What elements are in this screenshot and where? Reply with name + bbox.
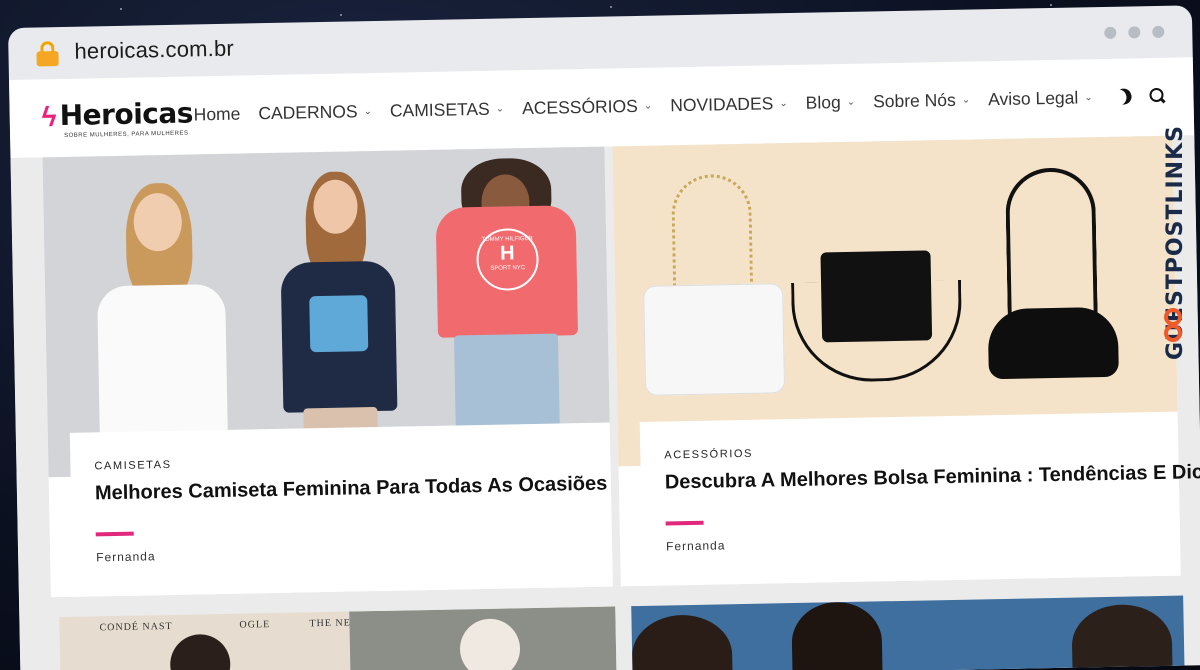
menu-item-camisetas[interactable]: CAMISETAS ⌄: [390, 98, 505, 121]
header-actions: [1115, 88, 1165, 105]
menu-label: CADERNOS: [258, 101, 358, 124]
menu-item-blog[interactable]: Blog ⌄: [805, 92, 855, 114]
post-card[interactable]: [631, 595, 1185, 670]
menu-label: Home: [193, 103, 241, 125]
model-figure: [271, 164, 407, 469]
link-icon: [1164, 308, 1188, 348]
window-dot-icon[interactable]: [1128, 26, 1141, 39]
menu-item-sobre-nos[interactable]: Sobre Nós ⌄: [873, 90, 970, 113]
bag-figure: [790, 250, 963, 383]
window-dot-icon[interactable]: [1152, 25, 1165, 39]
post-card[interactable]: CONDÉ NAST OGLE THE NEW YO: [59, 606, 617, 670]
moon-icon[interactable]: [1113, 86, 1134, 107]
lightning-icon: ϟ: [41, 101, 57, 133]
model-figure: TOMMY HILFIGER H SPORT NYC: [431, 157, 587, 466]
chevron-down-icon: ⌄: [846, 96, 856, 108]
bag-figure: [985, 167, 1129, 390]
menu-label: Sobre Nós: [872, 89, 956, 112]
main-menu: Home CADERNOS ⌄ CAMISETAS ⌄ ACESSÓRIOS ⌄…: [194, 87, 1093, 125]
url-text[interactable]: heroicas.com.br: [74, 36, 234, 65]
browser-window: heroicas.com.br ϟ Heroicas SOBRE MULHERE…: [8, 5, 1200, 670]
post-title[interactable]: Descubra A Melhores Bolsa Feminina : Ten…: [665, 461, 1200, 495]
menu-label: ACESSÓRIOS: [521, 95, 639, 119]
chevron-down-icon: ⌄: [363, 106, 373, 118]
magazine-text: OGLE: [239, 619, 271, 631]
chevron-down-icon: ⌄: [961, 94, 971, 106]
chevron-down-icon: ⌄: [779, 98, 788, 110]
post-card[interactable]: ACESSÓRIOS Descubra A Melhores Bolsa Fem…: [612, 135, 1200, 587]
menu-item-aviso-legal[interactable]: Aviso Legal ⌄: [988, 87, 1093, 110]
post-author[interactable]: Fernanda: [666, 538, 726, 553]
menu-label: NOVIDADES: [670, 93, 774, 116]
accent-divider: [665, 520, 704, 526]
menu-label: CAMISETAS: [389, 98, 490, 121]
window-controls: [1104, 25, 1165, 39]
main-content: TOMMY HILFIGER H SPORT NYC CAMISETAS Mel…: [10, 135, 1200, 670]
post-title[interactable]: Melhores Camiseta Feminina Para Todas As…: [95, 473, 608, 506]
menu-item-novidades[interactable]: NOVIDADES ⌄: [670, 93, 788, 116]
menu-label: Blog: [805, 92, 841, 113]
post-category[interactable]: CAMISETAS: [94, 459, 171, 472]
bag-figure: [641, 173, 786, 396]
menu-item-home[interactable]: Home: [194, 104, 241, 126]
site-logo[interactable]: ϟ Heroicas SOBRE MULHERES, PARA MULHERES: [41, 94, 194, 143]
window-dot-icon[interactable]: [1104, 26, 1117, 39]
tee-print-text: SPORT NYC: [490, 265, 526, 272]
logo-text: Heroicas: [59, 96, 194, 133]
menu-item-cadernos[interactable]: CADERNOS ⌄: [258, 101, 372, 124]
menu-label: Aviso Legal: [987, 87, 1079, 110]
post-card[interactable]: TOMMY HILFIGER H SPORT NYC CAMISETAS Mel…: [42, 146, 613, 598]
logo-tagline: SOBRE MULHERES, PARA MULHERES: [64, 130, 189, 139]
post-meta: CAMISETAS Melhores Camiseta Feminina Par…: [69, 422, 613, 597]
post-author[interactable]: Fernanda: [96, 549, 156, 564]
post-meta: ACESSÓRIOS Descubra A Melhores Bolsa Fem…: [639, 411, 1200, 586]
menu-item-acessorios[interactable]: ACESSÓRIOS ⌄: [522, 96, 653, 119]
accent-divider: [95, 531, 134, 537]
post-category[interactable]: ACESSÓRIOS: [664, 448, 753, 462]
chevron-down-icon: ⌄: [495, 103, 505, 115]
chevron-down-icon: ⌄: [1084, 92, 1093, 104]
lock-icon: [36, 41, 59, 67]
watermark: GUESTPOSTLINKS: [1160, 60, 1194, 360]
magazine-text: CONDÉ NAST: [99, 620, 173, 634]
chevron-down-icon: ⌄: [643, 100, 653, 112]
